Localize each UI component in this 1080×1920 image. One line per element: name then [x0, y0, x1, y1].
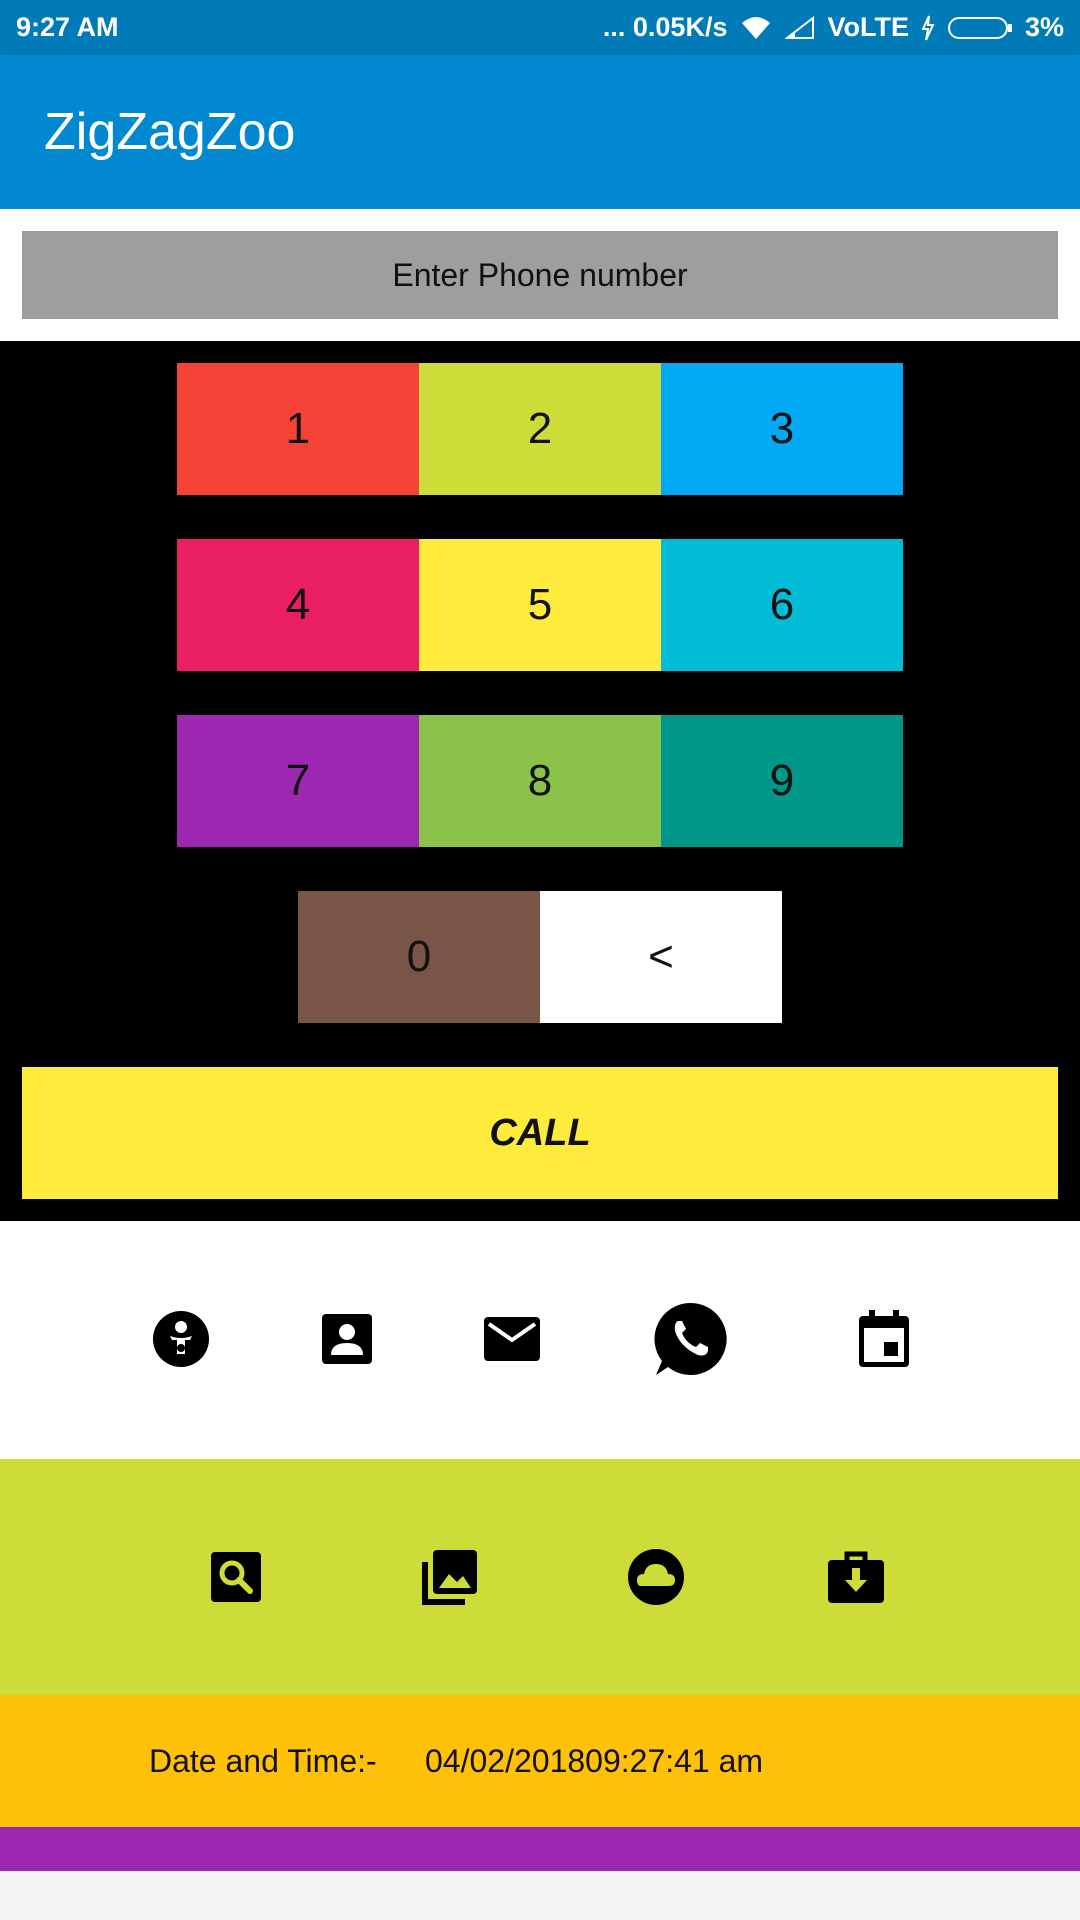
datetime-bar: Date and Time:- 04/02/201809:27:41 am	[0, 1695, 1080, 1827]
network-speed: ... 0.05K/s	[602, 12, 728, 42]
key-4[interactable]: 4	[177, 539, 419, 671]
call-button[interactable]: CALL	[22, 1067, 1058, 1199]
key-label: 3	[769, 404, 795, 453]
phone-number-input[interactable]	[22, 231, 1058, 319]
key-7[interactable]: 7	[177, 715, 419, 847]
key-1[interactable]: 1	[177, 363, 419, 495]
bottom-spacer	[0, 1871, 1080, 1920]
key-label: 8	[527, 756, 553, 805]
key-5[interactable]: 5	[419, 539, 661, 671]
cloud-icon[interactable]	[616, 1537, 696, 1617]
key-label: 5	[527, 580, 553, 629]
wifi-icon	[739, 15, 773, 41]
image-search-icon[interactable]	[196, 1537, 276, 1617]
status-indicators: ... 0.05K/s VoLTE 3%	[603, 12, 1064, 43]
backspace-key[interactable]: <	[540, 891, 782, 1023]
status-bar: 9:27 AM ... 0.05K/s VoLTE 3%	[0, 0, 1080, 55]
battery-icon	[947, 15, 1013, 41]
charging-icon	[921, 15, 935, 41]
whatsapp-icon[interactable]	[650, 1299, 730, 1379]
key-label: 0	[406, 932, 432, 981]
app-title: ZigZagZoo	[44, 103, 296, 161]
key-label: 1	[285, 404, 311, 453]
signal-icon	[785, 15, 815, 40]
call-label: CALL	[489, 1111, 591, 1154]
dialer-pad: 1 2 3 4 5 6 7 8 9 0 < CALL	[0, 341, 1080, 1221]
status-time: 9:27 AM	[16, 12, 119, 42]
purple-footer-bar	[0, 1827, 1080, 1871]
key-label: <	[648, 932, 674, 981]
datetime-label: Date and Time:-	[149, 1742, 377, 1779]
key-label: 9	[769, 756, 795, 805]
contact-icon[interactable]	[307, 1299, 387, 1379]
key-label: 4	[285, 580, 311, 629]
quick-actions-row-1	[0, 1221, 1080, 1459]
key-6[interactable]: 6	[661, 539, 903, 671]
key-9[interactable]: 9	[661, 715, 903, 847]
datetime-value: 04/02/201809:27:41 am	[425, 1742, 764, 1779]
photo-library-icon[interactable]	[410, 1537, 490, 1617]
calendar-icon[interactable]	[844, 1299, 924, 1379]
key-label: 6	[769, 580, 795, 629]
work-download-icon[interactable]	[816, 1537, 896, 1617]
key-label: 7	[285, 756, 311, 805]
key-0[interactable]: 0	[298, 891, 540, 1023]
key-2[interactable]: 2	[419, 363, 661, 495]
battery-level: 3%	[1024, 12, 1064, 42]
child-care-icon[interactable]	[141, 1299, 221, 1379]
key-label: 2	[527, 404, 553, 453]
quick-actions-row-2	[0, 1459, 1080, 1695]
mail-icon[interactable]	[472, 1299, 552, 1379]
app-bar: ZigZagZoo	[0, 55, 1080, 209]
phone-input-container	[0, 209, 1080, 341]
key-8[interactable]: 8	[419, 715, 661, 847]
carrier-label: VoLTE	[827, 12, 909, 42]
key-3[interactable]: 3	[661, 363, 903, 495]
